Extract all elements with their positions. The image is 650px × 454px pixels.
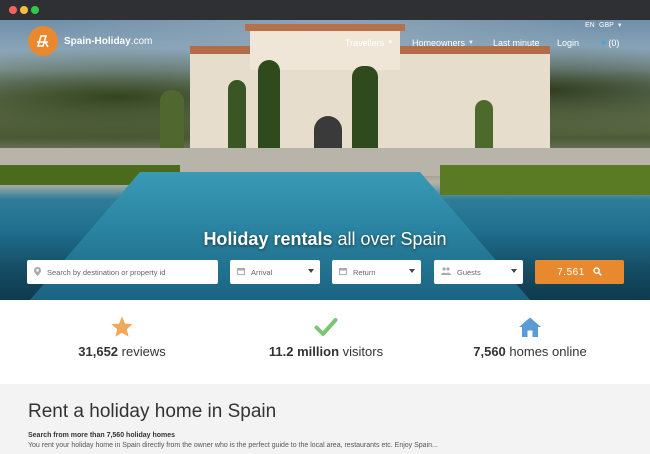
calendar-icon xyxy=(237,267,245,277)
nav-login[interactable]: Login xyxy=(557,38,579,48)
check-icon xyxy=(226,314,426,340)
guests-icon xyxy=(441,267,451,277)
chevron-down-icon xyxy=(308,269,314,273)
chevron-down-icon: ▼ xyxy=(387,40,394,46)
chevron-down-icon: ▼ xyxy=(468,40,474,46)
maximize-window-button[interactable] xyxy=(31,6,39,14)
location-pin-icon xyxy=(34,266,41,278)
chevron-down-icon xyxy=(409,269,415,273)
language-selector[interactable]: EN xyxy=(585,22,595,29)
brand-logo[interactable]: Spain-Holiday.com xyxy=(28,26,152,56)
close-window-button[interactable] xyxy=(9,6,17,14)
currency-selector[interactable]: GBP ▼ xyxy=(599,22,623,29)
arrival-date-picker[interactable]: Arrival xyxy=(230,260,320,284)
nav-homeowners[interactable]: Homeowners ▼ xyxy=(412,38,474,48)
hero-headline: Holiday rentals all over Spain xyxy=(203,229,447,249)
deck-chair-icon xyxy=(28,26,58,56)
window-chrome xyxy=(0,0,650,20)
nav-last-minute[interactable]: Last minute xyxy=(493,38,540,48)
minimize-window-button[interactable] xyxy=(20,6,28,14)
home-icon xyxy=(430,314,630,340)
brand-name: Spain-Holiday.com xyxy=(64,35,153,47)
guests-select[interactable]: Guests xyxy=(434,260,523,284)
intro-section: Rent a holiday home in Spain Search from… xyxy=(0,384,650,454)
page-title: Rent a holiday home in Spain xyxy=(28,401,277,422)
top-nav: Spain-Holiday.com EN GBP ▼ Travellers ▼ Ho… xyxy=(0,20,650,64)
heart-icon: ♥ xyxy=(601,38,607,48)
destination-search-input[interactable]: Search by destination or property id xyxy=(27,260,218,284)
stat-reviews: 31,652 reviews xyxy=(22,314,222,359)
stat-visitors: 11.2 million visitors xyxy=(226,314,426,359)
search-button[interactable]: 7.561 xyxy=(535,260,624,284)
return-date-picker[interactable]: Return xyxy=(332,260,421,284)
stat-homes: 7,560 homes online xyxy=(430,314,630,359)
stats-bar: 31,652 reviews 11.2 million visitors 7,5… xyxy=(0,300,650,384)
search-icon xyxy=(593,266,602,278)
calendar-icon xyxy=(339,267,347,277)
chevron-down-icon: ▼ xyxy=(616,23,623,29)
nav-travellers[interactable]: Travellers ▼ xyxy=(345,38,393,48)
intro-subtitle: Search from more than 7,560 holiday home… xyxy=(28,432,176,439)
chevron-down-icon xyxy=(511,269,517,273)
browser-window: Spain-Holiday.com EN GBP ▼ Travellers ▼ Ho… xyxy=(0,0,650,454)
favorites-link[interactable]: ♥ (0) xyxy=(601,38,619,48)
intro-body: You rent your holiday home in Spain dire… xyxy=(28,442,438,449)
star-icon xyxy=(22,314,222,340)
